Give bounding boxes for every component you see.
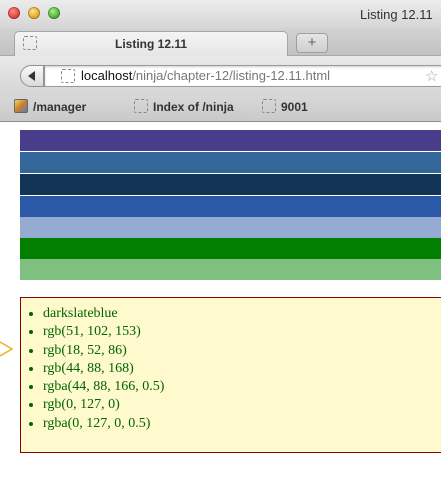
- bookmark-label: Index of /ninja: [153, 100, 234, 114]
- bookmark-9001[interactable]: 9001: [262, 99, 308, 114]
- tab-label: Listing 12.11: [114, 37, 188, 51]
- bookmark-label: /manager: [33, 100, 87, 114]
- screenshot-stage: Listing 12.11 Listing 12.11 + localhost/…: [0, 0, 441, 482]
- color-stripe: [20, 217, 441, 238]
- manager-icon: [14, 99, 28, 113]
- bookmark-label: 9001: [281, 100, 308, 114]
- page-icon: [134, 99, 148, 113]
- list-item: rgb(51, 102, 153): [43, 323, 441, 341]
- list-item: rgb(44, 88, 168): [43, 360, 441, 378]
- color-stripe: [20, 130, 441, 151]
- color-list-box: darkslateblue rgb(51, 102, 153) rgb(18, …: [20, 297, 441, 453]
- bookmark-index-ninja[interactable]: Index of /ninja: [134, 99, 234, 114]
- window-title: Listing 12.11: [360, 7, 433, 22]
- color-stripe: [20, 238, 441, 259]
- page-icon: [262, 99, 276, 113]
- color-stripe: [20, 259, 441, 280]
- pointer-arrow-icon: [0, 341, 14, 357]
- page-content: darkslateblue rgb(51, 102, 153) rgb(18, …: [0, 122, 441, 482]
- minimize-window-button[interactable]: [28, 7, 40, 19]
- page-icon: [61, 69, 75, 83]
- star-icon[interactable]: ☆: [425, 67, 438, 85]
- color-stripe: [20, 174, 441, 195]
- address-bar[interactable]: localhost/ninja/chapter-12/listing-12.11…: [44, 65, 441, 87]
- color-stripe: [20, 152, 441, 173]
- url-path: /ninja/chapter-12/listing-12.11.html: [132, 68, 331, 83]
- bookmarks-bar: /manager Index of /ninja 9001: [0, 95, 441, 122]
- color-list: darkslateblue rgb(51, 102, 153) rgb(18, …: [21, 298, 441, 433]
- tab-listing[interactable]: Listing 12.11: [14, 31, 288, 56]
- list-item: rgb(0, 127, 0): [43, 396, 441, 414]
- list-item: rgba(0, 127, 0, 0.5): [43, 415, 441, 433]
- zoom-window-button[interactable]: [48, 7, 60, 19]
- list-item: darkslateblue: [43, 305, 441, 323]
- url-host: localhost: [81, 68, 133, 83]
- browser-window: Listing 12.11 Listing 12.11 + localhost/…: [0, 0, 441, 482]
- bookmark-manager[interactable]: /manager: [14, 99, 86, 114]
- close-window-button[interactable]: [8, 7, 20, 19]
- color-stripe: [20, 196, 441, 217]
- title-bar: Listing 12.11: [0, 0, 441, 28]
- url-text: localhost/ninja/chapter-12/listing-12.11…: [81, 68, 330, 83]
- tab-bar: Listing 12.11 +: [0, 28, 441, 56]
- list-item: rgb(18, 52, 86): [43, 342, 441, 360]
- list-item: rgba(44, 88, 166, 0.5): [43, 378, 441, 396]
- navigation-toolbar: localhost/ninja/chapter-12/listing-12.11…: [0, 56, 441, 95]
- back-button[interactable]: [20, 65, 44, 87]
- new-tab-button[interactable]: +: [296, 33, 328, 53]
- back-arrow-icon: [28, 71, 35, 81]
